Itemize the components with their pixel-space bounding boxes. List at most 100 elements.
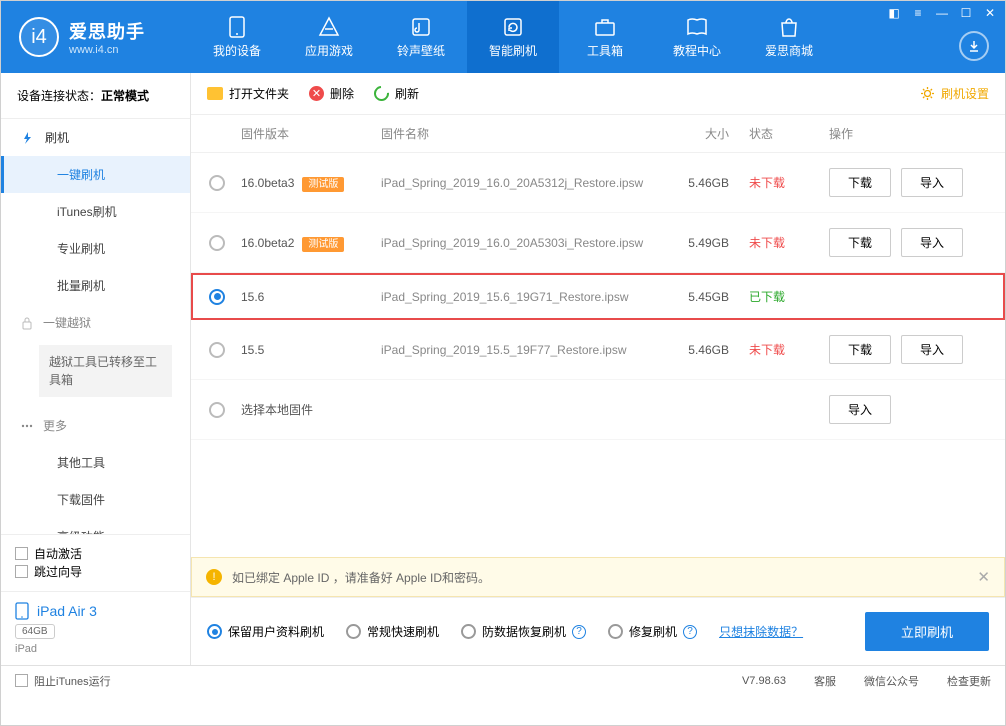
nav-tutorials[interactable]: 教程中心	[651, 1, 743, 73]
sidebar-more[interactable]: 更多	[1, 407, 190, 444]
erase-only-link[interactable]: 只想抹除数据？	[719, 623, 803, 640]
close-button[interactable]: ✕	[979, 3, 1001, 23]
firmware-row[interactable]: 15.6iPad_Spring_2019_15.6_19G71_Restore.…	[191, 273, 1005, 320]
check-update-link[interactable]: 检查更新	[947, 673, 991, 689]
nav-flash[interactable]: 智能刷机	[467, 1, 559, 73]
menu-button[interactable]: ≡	[907, 3, 929, 23]
row-radio[interactable]	[209, 235, 225, 251]
device-type: iPad	[15, 643, 176, 655]
top-nav: 我的设备 应用游戏 铃声壁纸 智能刷机 工具箱 教程中心 爱思商城	[191, 1, 835, 73]
skin-button[interactable]: ◧	[883, 3, 905, 23]
fw-status: 未下载	[749, 176, 785, 190]
sidebar-flash-root[interactable]: 刷机	[1, 119, 190, 156]
nav-my-device[interactable]: 我的设备	[191, 1, 283, 73]
nav-store[interactable]: 爱思商城	[743, 1, 835, 73]
option-radio[interactable]	[346, 624, 361, 639]
flash-mode-option[interactable]: 常规快速刷机	[346, 623, 439, 640]
refresh-button[interactable]: 刷新	[374, 85, 419, 102]
fw-local-label: 选择本地固件	[241, 401, 381, 418]
window-controls: ◧ ≡ ― ☐ ✕	[883, 3, 1001, 23]
local-firmware-row[interactable]: 选择本地固件 导入	[191, 380, 1005, 440]
warning-icon: !	[206, 569, 222, 585]
flash-mode-option[interactable]: 保留用户资料刷机	[207, 623, 324, 640]
minimize-button[interactable]: ―	[931, 3, 953, 23]
refresh-icon	[502, 16, 524, 38]
sidebar-other-tools[interactable]: 其他工具	[1, 444, 190, 481]
notice-close-button[interactable]: ✕	[977, 568, 990, 586]
firmware-row[interactable]: 16.0beta2测试版iPad_Spring_2019_16.0_20A530…	[191, 213, 1005, 273]
sidebar-advanced[interactable]: 高级功能	[1, 518, 190, 534]
fw-actions: 下载导入	[829, 228, 989, 257]
help-icon[interactable]: ?	[572, 625, 586, 639]
sidebar-download-fw[interactable]: 下载固件	[1, 481, 190, 518]
more-icon	[21, 420, 33, 432]
wechat-link[interactable]: 微信公众号	[864, 673, 919, 689]
footer: 阻止iTunes运行 V7.98.63 客服 微信公众号 检查更新	[1, 665, 1005, 695]
customer-service-link[interactable]: 客服	[814, 673, 836, 689]
sidebar-batch-flash[interactable]: 批量刷机	[1, 267, 190, 304]
app-header: i4 爱思助手 www.i4.cn 我的设备 应用游戏 铃声壁纸 智能刷机 工具…	[1, 1, 1005, 73]
fw-status: 已下载	[749, 290, 785, 304]
book-icon	[686, 16, 708, 38]
main-content: 打开文件夹 ✕删除 刷新 刷机设置 固件版本 固件名称 大小 状态 操作 16.…	[191, 73, 1005, 665]
sidebar-one-click-flash[interactable]: 一键刷机	[1, 156, 190, 193]
option-radio[interactable]	[207, 624, 222, 639]
delete-button[interactable]: ✕删除	[309, 85, 354, 102]
option-radio[interactable]	[461, 624, 476, 639]
option-radio[interactable]	[608, 624, 623, 639]
music-icon	[410, 16, 432, 38]
skip-guide-checkbox[interactable]: 跳过向导	[15, 563, 82, 580]
import-button[interactable]: 导入	[901, 335, 963, 364]
sidebar-itunes-flash[interactable]: iTunes刷机	[1, 193, 190, 230]
fw-status: 未下载	[749, 236, 785, 250]
download-button[interactable]: 下载	[829, 228, 891, 257]
flash-settings-button[interactable]: 刷机设置	[920, 85, 989, 102]
lock-icon	[21, 316, 33, 330]
block-itunes-checkbox[interactable]: 阻止iTunes运行	[15, 673, 111, 689]
fw-actions: 下载导入	[829, 168, 989, 197]
flash-mode-option[interactable]: 防数据恢复刷机?	[461, 623, 586, 640]
flash-mode-option[interactable]: 修复刷机?	[608, 623, 697, 640]
apps-icon	[318, 16, 340, 38]
row-radio[interactable]	[209, 175, 225, 191]
open-folder-button[interactable]: 打开文件夹	[207, 85, 289, 102]
flash-options-panel: 保留用户资料刷机 常规快速刷机 防数据恢复刷机? 修复刷机? 只想抹除数据？ 立即刷机	[191, 597, 1005, 665]
bag-icon	[778, 16, 800, 38]
maximize-button[interactable]: ☐	[955, 3, 977, 23]
device-info: iPad Air 3 64GB iPad	[1, 591, 190, 665]
firmware-row[interactable]: 16.0beta3测试版iPad_Spring_2019_16.0_20A531…	[191, 153, 1005, 213]
import-button[interactable]: 导入	[901, 228, 963, 257]
fw-filename: iPad_Spring_2019_15.5_19F77_Restore.ipsw	[381, 343, 669, 357]
col-action: 操作	[829, 125, 989, 142]
help-icon[interactable]: ?	[683, 625, 697, 639]
nav-apps[interactable]: 应用游戏	[283, 1, 375, 73]
device-icon	[226, 16, 248, 38]
download-manager-button[interactable]	[959, 31, 989, 61]
import-button[interactable]: 导入	[901, 168, 963, 197]
row-radio[interactable]	[209, 342, 225, 358]
sidebar: 设备连接状态：正常模式 刷机 一键刷机 iTunes刷机 专业刷机 批量刷机 一…	[1, 73, 191, 665]
device-capacity: 64GB	[15, 624, 55, 639]
import-button[interactable]: 导入	[829, 395, 891, 424]
nav-toolbox[interactable]: 工具箱	[559, 1, 651, 73]
gear-icon	[920, 86, 935, 101]
app-title: 爱思助手	[69, 18, 145, 44]
download-button[interactable]: 下载	[829, 168, 891, 197]
sidebar-options: 自动激活 跳过向导	[1, 534, 190, 591]
firmware-rows: 16.0beta3测试版iPad_Spring_2019_16.0_20A531…	[191, 153, 1005, 557]
col-status: 状态	[749, 125, 829, 142]
sidebar-jailbreak: 一键越狱	[1, 304, 190, 341]
nav-ringtones[interactable]: 铃声壁纸	[375, 1, 467, 73]
sidebar-pro-flash[interactable]: 专业刷机	[1, 230, 190, 267]
auto-activate-checkbox[interactable]: 自动激活	[15, 545, 82, 562]
delete-icon: ✕	[309, 86, 324, 101]
row-radio[interactable]	[209, 289, 225, 305]
download-button[interactable]: 下载	[829, 335, 891, 364]
logo-icon: i4	[19, 17, 59, 57]
fw-version: 15.5	[241, 343, 381, 357]
flash-now-button[interactable]: 立即刷机	[865, 612, 989, 651]
row-radio[interactable]	[209, 402, 225, 418]
fw-status: 未下载	[749, 343, 785, 357]
device-name[interactable]: iPad Air 3	[15, 602, 176, 620]
firmware-row[interactable]: 15.5iPad_Spring_2019_15.5_19F77_Restore.…	[191, 320, 1005, 380]
